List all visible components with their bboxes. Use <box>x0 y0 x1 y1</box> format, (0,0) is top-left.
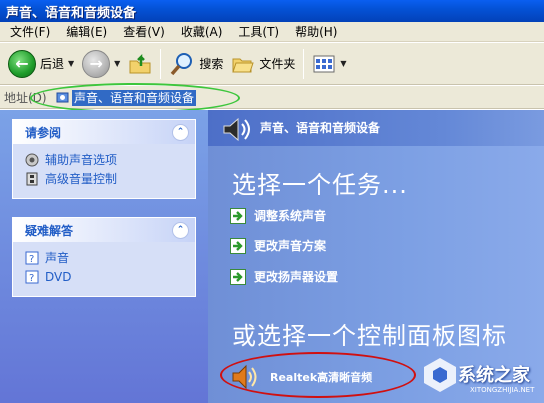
control-panel-icon <box>56 92 69 103</box>
forward-dropdown-icon[interactable]: ▼ <box>114 59 120 68</box>
svg-text:?: ? <box>29 273 34 284</box>
help-question-icon: ? <box>25 251 39 265</box>
realtek-audio-label: Realtek高清晰音频 <box>270 371 373 384</box>
green-arrow-icon <box>230 268 246 285</box>
views-grid-icon <box>313 55 335 72</box>
address-bar: 地址(D) 声音、语音和音频设备 <box>0 86 544 109</box>
watermark-url: XITONGZHIJIA.NET <box>470 386 535 394</box>
see-also-panel: 请参阅 ⌃ 辅助声音选项 高级音量控制 <box>12 119 196 199</box>
realtek-speaker-icon <box>232 364 257 390</box>
see-also-title: 请参阅 <box>25 125 62 140</box>
task-label: 更改扬声器设置 <box>254 270 339 284</box>
window-title: 声音、语音和音频设备 <box>6 5 137 21</box>
link-text: 辅助声音选项 <box>45 153 118 167</box>
search-label: 搜索 <box>199 57 224 71</box>
link-sound-troubleshoot[interactable]: ? 声音 <box>25 248 183 267</box>
folders-button[interactable]: 文件夹 <box>227 47 299 81</box>
menu-favorites[interactable]: 收藏(A) <box>173 22 231 42</box>
views-dropdown-icon[interactable]: ▼ <box>340 59 346 68</box>
watermark-text: 系统之家 <box>458 365 530 386</box>
link-accessibility-sounds[interactable]: 辅助声音选项 <box>25 150 183 169</box>
forward-arrow-icon: → <box>82 49 111 78</box>
content-header-title: 声音、语音和音频设备 <box>260 121 381 135</box>
link-text: 声音 <box>45 251 70 265</box>
search-button[interactable]: 搜索 <box>165 47 227 81</box>
toolbar: ← 后退 ▼ → ▼ 搜索 文件夹 ▼ <box>0 43 544 85</box>
pick-control-panel-icon-heading: 或选择一个控制面板图标 <box>232 322 507 350</box>
troubleshoot-panel: 疑难解答 ⌃ ? 声音 ? DVD <box>12 217 196 297</box>
realtek-audio-item[interactable]: Realtek高清晰音频 <box>230 363 372 391</box>
task-adjust-system-sounds[interactable]: 调整系统声音 <box>230 207 326 224</box>
menu-bar: 文件(F) 编辑(E) 查看(V) 收藏(A) 工具(T) 帮助(H) <box>0 22 544 42</box>
troubleshoot-title: 疑难解答 <box>25 223 74 238</box>
content-header: 声音、语音和音频设备 <box>208 110 544 146</box>
collapse-chevron-icon[interactable]: ⌃ <box>172 123 189 141</box>
volume-control-icon <box>26 172 38 185</box>
title-bar: 声音、语音和音频设备 <box>0 0 544 22</box>
task-change-speaker-settings[interactable]: 更改扬声器设置 <box>230 268 338 285</box>
menu-view[interactable]: 查看(V) <box>115 22 173 42</box>
accessibility-icon <box>25 153 39 166</box>
search-icon <box>171 52 193 75</box>
address-value: 声音、语音和音频设备 <box>72 89 197 106</box>
menu-help[interactable]: 帮助(H) <box>287 22 345 42</box>
help-question-icon: ? <box>25 270 39 284</box>
green-arrow-icon <box>230 207 246 224</box>
link-text: 高级音量控制 <box>45 172 118 186</box>
back-button[interactable]: ← 后退 ▼ <box>4 47 78 81</box>
menu-edit[interactable]: 编辑(E) <box>58 22 115 42</box>
folders-label: 文件夹 <box>259 57 296 71</box>
menu-file[interactable]: 文件(F) <box>2 22 58 42</box>
menu-tools[interactable]: 工具(T) <box>230 22 287 42</box>
address-label: 地址(D) <box>4 90 47 105</box>
task-change-sound-scheme[interactable]: 更改声音方案 <box>230 237 326 254</box>
svg-text:?: ? <box>29 254 34 265</box>
troubleshoot-header[interactable]: 疑难解答 ⌃ <box>13 218 195 242</box>
toolbar-separator <box>160 48 162 79</box>
task-label: 更改声音方案 <box>254 239 327 253</box>
collapse-chevron-icon[interactable]: ⌃ <box>172 221 189 239</box>
up-folder-button[interactable] <box>124 47 156 81</box>
task-pane: 请参阅 ⌃ 辅助声音选项 高级音量控制 疑难解答 ⌃ ? 声音 ? DVD <box>0 110 208 403</box>
back-dropdown-icon[interactable]: ▼ <box>68 59 74 68</box>
pick-task-heading: 选择一个任务... <box>232 171 408 199</box>
back-arrow-icon: ← <box>8 49 36 78</box>
green-arrow-icon <box>230 237 246 254</box>
forward-button[interactable]: → ▼ <box>78 47 124 81</box>
link-dvd-troubleshoot[interactable]: ? DVD <box>25 267 183 286</box>
folders-icon <box>232 58 255 72</box>
task-label: 调整系统声音 <box>254 209 327 223</box>
folder-up-icon <box>129 53 151 73</box>
views-button[interactable]: ▼ <box>308 47 350 81</box>
link-advanced-volume[interactable]: 高级音量控制 <box>25 169 183 188</box>
watermark: 系统之家 XITONGZHIJIA.NET <box>420 355 544 403</box>
sound-device-icon <box>223 117 250 142</box>
address-field[interactable]: 声音、语音和音频设备 <box>52 88 237 107</box>
back-label: 后退 <box>40 57 65 71</box>
toolbar-separator <box>303 48 305 79</box>
link-text: DVD <box>45 269 72 284</box>
watermark-logo-icon <box>424 358 456 392</box>
see-also-header[interactable]: 请参阅 ⌃ <box>13 120 195 144</box>
